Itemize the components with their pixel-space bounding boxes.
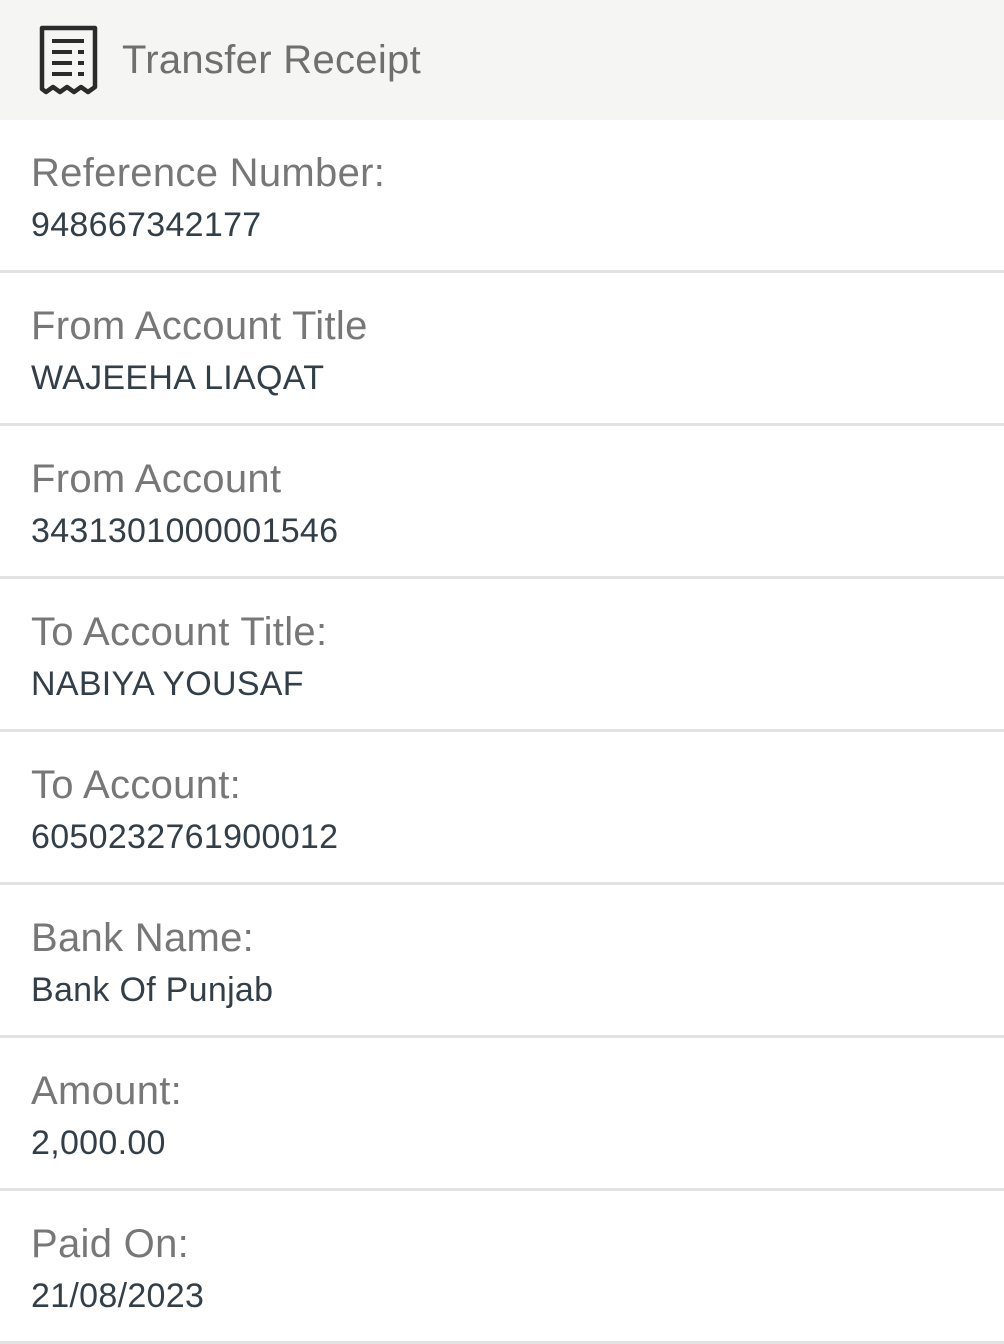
detail-row-from-account: From Account 3431301000001546 [0,426,1004,579]
receipt-header: Transfer Receipt [0,0,1004,120]
detail-row-amount: Amount: 2,000.00 [0,1038,1004,1191]
detail-row-bank-name: Bank Name: Bank Of Punjab [0,885,1004,1038]
detail-row-from-account-title: From Account Title WAJEEHA LIAQAT [0,273,1004,426]
detail-label: Paid On: [31,1222,190,1266]
receipt-details: Reference Number: 948667342177 From Acco… [0,120,1004,1344]
detail-label: Reference Number: [31,151,386,195]
detail-label: To Account: [31,763,242,807]
detail-value: NABIYA YOUSAF [31,665,304,703]
detail-value: Bank Of Punjab [31,971,274,1009]
detail-label: To Account Title: [31,610,328,654]
detail-row-reference-number: Reference Number: 948667342177 [0,120,1004,273]
detail-row-to-account-title: To Account Title: NABIYA YOUSAF [0,579,1004,732]
detail-value: 948667342177 [31,206,262,244]
page-title: Transfer Receipt [122,37,421,82]
detail-value: 2,000.00 [31,1124,166,1162]
detail-row-to-account: To Account: 6050232761900012 [0,732,1004,885]
detail-label: From Account [31,457,282,501]
detail-label: Amount: [31,1069,183,1113]
detail-label: From Account Title [31,304,368,348]
detail-row-paid-on: Paid On: 21/08/2023 [0,1191,1004,1344]
detail-value: 6050232761900012 [31,818,339,856]
detail-value: 21/08/2023 [31,1277,205,1315]
receipt-icon [38,25,100,95]
detail-label: Bank Name: [31,916,255,960]
detail-value: 3431301000001546 [31,512,339,550]
detail-value: WAJEEHA LIAQAT [31,359,325,397]
